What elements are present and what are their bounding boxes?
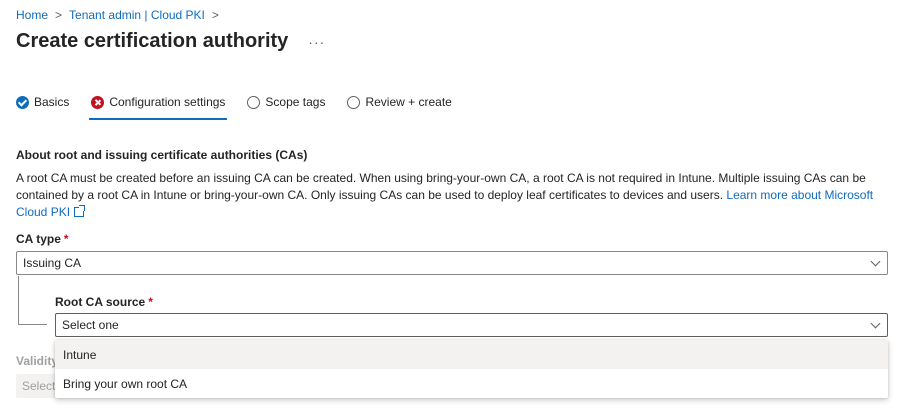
empty-circle-icon bbox=[247, 95, 261, 109]
ca-type-dropdown[interactable]: Issuing CA bbox=[16, 251, 888, 275]
tab-label: Configuration settings bbox=[109, 95, 226, 109]
breadcrumb-tenant-admin[interactable]: Tenant admin | Cloud PKI bbox=[69, 8, 205, 22]
tab-configuration-settings[interactable]: Configuration settings bbox=[89, 88, 228, 120]
breadcrumb-home[interactable]: Home bbox=[16, 8, 48, 22]
tab-label: Scope tags bbox=[265, 95, 326, 109]
breadcrumb: Home > Tenant admin | Cloud PKI > bbox=[16, 8, 226, 22]
tree-connector bbox=[18, 276, 47, 325]
wizard-tabs: Basics Configuration settings Scope tags… bbox=[16, 88, 474, 120]
empty-circle-icon bbox=[347, 95, 361, 109]
tab-scope-tags[interactable]: Scope tags bbox=[247, 88, 325, 116]
root-ca-source-label: Root CA source * bbox=[55, 295, 153, 309]
chevron-down-icon bbox=[870, 256, 881, 267]
validity-value: Select bbox=[22, 379, 56, 393]
ca-type-label-text: CA type bbox=[16, 232, 61, 246]
tab-basics[interactable]: Basics bbox=[16, 88, 69, 116]
more-options-icon[interactable]: ··· bbox=[308, 34, 325, 50]
root-ca-source-dropdown[interactable]: Select one bbox=[55, 313, 888, 337]
tab-review-create[interactable]: Review + create bbox=[347, 88, 452, 116]
root-ca-source-options: Intune Bring your own root CA bbox=[55, 340, 888, 398]
ca-type-label: CA type * bbox=[16, 232, 69, 246]
root-ca-source-placeholder: Select one bbox=[62, 318, 119, 332]
error-circle-icon bbox=[91, 95, 105, 109]
external-link-icon bbox=[74, 205, 86, 217]
validity-label: Validity bbox=[16, 354, 59, 368]
ca-type-value: Issuing CA bbox=[23, 256, 82, 270]
required-asterisk: * bbox=[63, 232, 69, 246]
option-intune[interactable]: Intune bbox=[55, 340, 888, 369]
chevron-down-icon bbox=[870, 318, 881, 329]
breadcrumb-separator: > bbox=[55, 8, 63, 22]
check-circle-icon bbox=[16, 95, 29, 109]
section-heading: About root and issuing certificate autho… bbox=[16, 148, 308, 162]
page-title: Create certification authority bbox=[16, 30, 289, 52]
tab-label: Basics bbox=[34, 95, 70, 109]
option-bring-your-own-root-ca[interactable]: Bring your own root CA bbox=[55, 369, 888, 398]
root-ca-source-label-text: Root CA source bbox=[55, 295, 146, 309]
required-asterisk: * bbox=[148, 295, 153, 309]
section-description: A root CA must be created before an issu… bbox=[16, 170, 884, 221]
tab-label: Review + create bbox=[365, 95, 452, 109]
breadcrumb-separator: > bbox=[211, 8, 219, 22]
page-header: Create certification authority ··· bbox=[16, 30, 325, 53]
